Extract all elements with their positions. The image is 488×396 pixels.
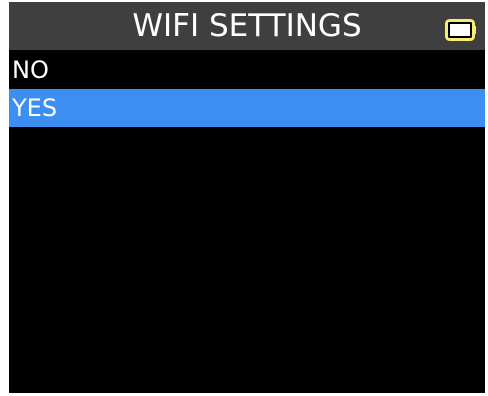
title-bar: WIFI SETTINGS bbox=[9, 2, 485, 50]
battery-icon bbox=[445, 19, 476, 41]
option-no-label: NO bbox=[12, 56, 49, 84]
screen-title: WIFI SETTINGS bbox=[132, 8, 362, 44]
device-screen: WIFI SETTINGS NO YES bbox=[9, 2, 485, 393]
option-yes-label: YES bbox=[12, 94, 58, 122]
options-list: NO YES bbox=[9, 51, 485, 127]
option-no[interactable]: NO bbox=[9, 51, 485, 89]
option-yes[interactable]: YES bbox=[9, 89, 485, 127]
